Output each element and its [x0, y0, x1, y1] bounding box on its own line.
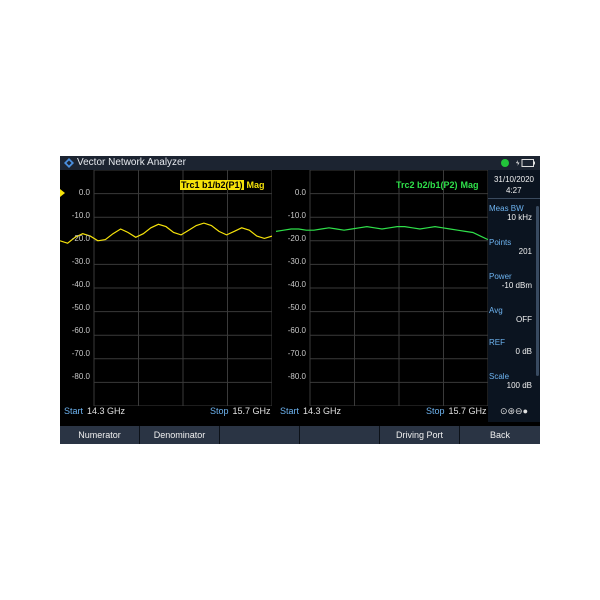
setting-value: -10 dBm — [501, 281, 532, 290]
start-frequency-1[interactable]: Start 14.3 GHz — [64, 406, 125, 422]
plot-grid-1 — [60, 170, 272, 406]
y-tick-label: -30.0 — [71, 257, 90, 266]
status-indicator-icon — [501, 159, 509, 167]
y-tick-label: -10.0 — [287, 211, 306, 220]
trace-format: Mag — [246, 180, 265, 190]
trace-title-2[interactable]: Trc2 b2/b1(P2) Mag — [396, 180, 479, 190]
setting-value: 0 dB — [515, 347, 532, 356]
y-tick-label: -10.0 — [71, 211, 90, 220]
setting-label: REF — [489, 338, 505, 347]
trace-name: Trc2 b2/b1(P2) — [396, 180, 458, 190]
trace-title-1[interactable]: Trc1 b1/b2(P1) Mag — [180, 180, 265, 190]
battery-icon — [516, 159, 535, 167]
start-value: 14.3 GHz — [303, 406, 342, 416]
date-time: 31/10/2020 4:27 — [488, 174, 534, 196]
setting-label: Power — [489, 272, 512, 281]
softkey-4-button[interactable] — [300, 426, 380, 444]
sidebar-scrollbar[interactable] — [536, 206, 539, 376]
y-tick-label: -70.0 — [287, 349, 306, 358]
stop-frequency-2[interactable]: Stop 15.7 GHz — [426, 406, 487, 422]
start-frequency-2[interactable]: Start 14.3 GHz — [280, 406, 341, 422]
scale-setting[interactable]: Scale 100 dB — [488, 372, 536, 390]
softkey-3-button[interactable] — [220, 426, 300, 444]
rs-logo-icon — [64, 158, 74, 168]
y-tick-label: -50.0 — [71, 303, 90, 312]
setting-value: OFF — [516, 315, 532, 324]
trace-panel-1[interactable]: 0.0 -10.0 -20.0 -30.0 -40.0 -50.0 -60.0 … — [60, 170, 272, 406]
trace-name: Trc1 b1/b2(P1) — [180, 180, 244, 190]
stop-value: 15.7 GHz — [232, 406, 271, 416]
stop-frequency-1[interactable]: Stop 15.7 GHz — [210, 406, 271, 422]
date: 31/10/2020 — [493, 175, 534, 184]
setting-value: 100 dB — [506, 381, 532, 390]
divider — [488, 198, 540, 199]
setting-label: Avg — [489, 306, 503, 315]
power-setting[interactable]: Power -10 dBm — [488, 272, 536, 290]
settings-sidebar: 31/10/2020 4:27 Meas BW 10 kHz Points 20… — [488, 170, 540, 422]
numerator-button[interactable]: Numerator — [60, 426, 140, 444]
y-tick-label: -20.0 — [71, 234, 90, 243]
time: 4:27 — [506, 186, 522, 195]
start-label: Start — [64, 406, 84, 416]
y-tick-label: -80.0 — [287, 372, 306, 381]
start-value: 14.3 GHz — [87, 406, 126, 416]
meas-bw-setting[interactable]: Meas BW 10 kHz — [488, 204, 536, 222]
back-button[interactable]: Back — [460, 426, 540, 444]
start-label: Start — [280, 406, 300, 416]
analyzer-screen: Vector Network Analyzer 0.0 -10.0 -20.0 … — [60, 156, 540, 444]
setting-label: Scale — [489, 372, 510, 381]
setting-label: Points — [489, 238, 512, 247]
setting-label: Meas BW — [489, 204, 524, 213]
app-title: Vector Network Analyzer — [77, 157, 186, 168]
stop-label: Stop — [210, 406, 229, 416]
title-bar: Vector Network Analyzer — [60, 156, 540, 170]
ref-setting[interactable]: REF 0 dB — [488, 338, 536, 356]
y-tick-label: 0.0 — [78, 188, 90, 197]
setting-value: 10 kHz — [507, 213, 532, 222]
y-tick-label: -20.0 — [287, 234, 306, 243]
y-tick-label: -30.0 — [287, 257, 306, 266]
y-tick-label: -40.0 — [71, 280, 90, 289]
trace-format: Mag — [460, 180, 479, 190]
y-tick-label: -40.0 — [287, 280, 306, 289]
driving-port-button[interactable]: Driving Port — [380, 426, 460, 444]
trace-line-2 — [276, 225, 488, 241]
setting-value: 201 — [518, 247, 532, 256]
y-tick-label: 0.0 — [294, 188, 306, 197]
avg-setting[interactable]: Avg OFF — [488, 306, 536, 324]
y-tick-label: -80.0 — [71, 372, 90, 381]
stop-value: 15.7 GHz — [448, 406, 487, 416]
y-tick-label: -70.0 — [71, 349, 90, 358]
trace-panel-2[interactable]: 0.0 -10.0 -20.0 -30.0 -40.0 -50.0 -60.0 … — [276, 170, 488, 406]
trace-line-1 — [60, 222, 272, 244]
connection-status-icon: ⊙⊛⊖● — [499, 406, 529, 416]
points-setting[interactable]: Points 201 — [488, 238, 536, 256]
y-tick-label: -60.0 — [71, 326, 90, 335]
y-tick-label: -50.0 — [287, 303, 306, 312]
stop-label: Stop — [426, 406, 445, 416]
plot-grid-2 — [276, 170, 488, 406]
softkey-bar: Numerator Denominator Driving Port Back — [60, 426, 540, 444]
y-tick-label: -60.0 — [287, 326, 306, 335]
denominator-button[interactable]: Denominator — [140, 426, 220, 444]
